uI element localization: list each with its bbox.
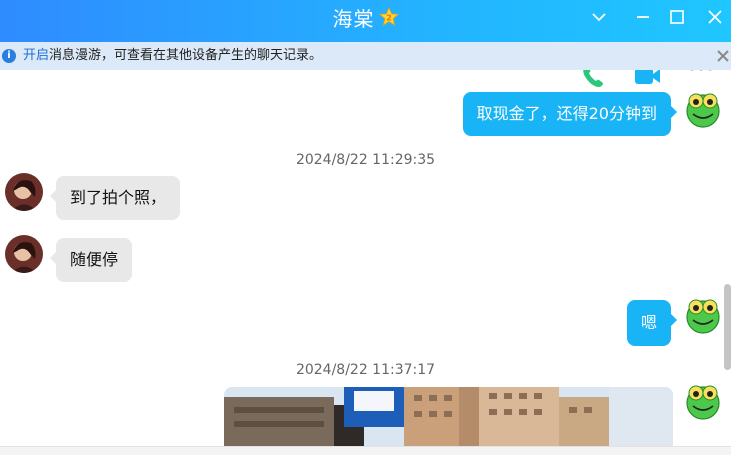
notice-close-icon[interactable] <box>716 49 730 63</box>
close-icon[interactable] <box>706 8 724 26</box>
photo-message[interactable] <box>224 387 673 446</box>
contact-avatar[interactable] <box>5 235 43 273</box>
message-bubble-incoming[interactable]: 随便停 <box>49 238 133 282</box>
message-timestamp: 2024/8/22 11:37:17 <box>295 362 436 378</box>
window-title: 海棠 <box>332 6 375 31</box>
vip-badge-icon: 2 <box>378 7 399 26</box>
notice-text: 消息漫游，可查看在其他设备产生的聊天记录。 <box>49 48 323 63</box>
video-call-icon[interactable] <box>632 70 662 90</box>
chat-scrollbar[interactable] <box>724 284 731 370</box>
maximize-icon[interactable] <box>668 8 686 26</box>
phone-icon[interactable] <box>578 70 608 90</box>
frog-avatar[interactable] <box>684 382 722 420</box>
more-icon[interactable] <box>686 70 716 90</box>
frog-avatar[interactable] <box>684 90 722 128</box>
minimize-icon[interactable] <box>634 8 652 26</box>
roaming-notice-bar: i 开启消息漫游，可查看在其他设备产生的聊天记录。 <box>0 42 731 70</box>
title-bar: 海棠 2 <box>0 0 731 42</box>
chevron-down-icon[interactable] <box>590 8 608 26</box>
message-bubble-incoming[interactable]: 到了拍个照， <box>49 176 181 220</box>
message-bubble-outgoing[interactable]: 取现金了，还得20分钟到 <box>462 92 678 136</box>
contact-avatar[interactable] <box>5 173 43 211</box>
enable-roaming-link[interactable]: 开启 <box>23 48 49 63</box>
title-wrap: 海棠 2 <box>0 0 731 34</box>
message-timestamp: 2024/8/22 11:29:35 <box>295 152 436 168</box>
chat-area[interactable]: 取现金了，还得20分钟到 2024/8/22 11:29:35 到了拍个照， 随… <box>0 70 731 446</box>
notice-text-wrap: 开启消息漫游，可查看在其他设备产生的聊天记录。 <box>23 42 322 70</box>
frog-avatar[interactable] <box>684 296 722 334</box>
message-bubble-outgoing[interactable]: 嗯 <box>626 300 678 346</box>
svg-text:2: 2 <box>386 14 392 23</box>
info-icon: i <box>2 49 16 63</box>
